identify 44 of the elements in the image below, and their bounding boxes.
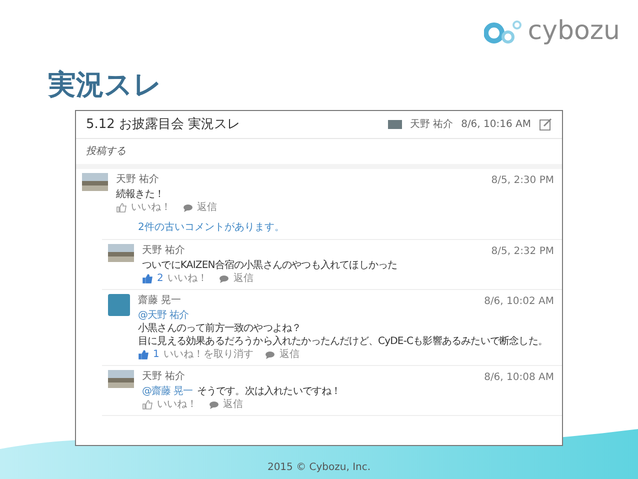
post-prompt[interactable]: 投稿する — [86, 146, 126, 157]
thread-title: 5.12 お披露目会 実況スレ — [86, 116, 240, 134]
avatar-photo — [388, 120, 402, 129]
avatar-photo — [82, 173, 108, 191]
speech-bubble-icon — [183, 204, 193, 212]
author-name: 天野 祐介 — [116, 173, 160, 187]
like-count: 1 — [153, 348, 160, 362]
slide-title: 実況スレ — [48, 68, 162, 102]
older-comments-link[interactable]: 2件の古いコメントがあります。 — [138, 222, 284, 233]
like-link[interactable]: いいね！を取り消す — [163, 348, 254, 362]
reply-link[interactable]: 返信 — [197, 201, 217, 215]
avatar-photo — [108, 370, 134, 388]
avatar-photo — [108, 244, 134, 262]
edit-icon — [539, 118, 552, 131]
author-name: 天野 祐介 — [142, 244, 186, 258]
comment-text: 目に見える効果あるだろうから入れたかったんだけど、CyDE-Cも影響あるみたいで断念した。 — [138, 335, 549, 348]
reply-link[interactable]: 返信 — [223, 398, 243, 412]
copyright-text: 2015 © Cybozu, Inc. — [266, 461, 372, 475]
comment-text: そうです。次は入れたいですね！ — [196, 385, 341, 398]
comment-text: ついでにKAIZEN合宿の小黒さんのやつも入れてほしかった — [142, 259, 398, 272]
mention-link[interactable]: @齋藤 晃一 — [142, 385, 193, 398]
speech-bubble-icon — [209, 401, 219, 409]
avatar-character — [108, 294, 130, 316]
timestamp: 8/6, 10:16 AM — [461, 118, 531, 132]
like-link[interactable]: いいね！ — [167, 272, 208, 286]
timestamp: 8/5, 2:30 PM — [491, 174, 554, 188]
timestamp: 8/6, 10:08 AM — [484, 371, 554, 385]
mention-link[interactable]: @天野 祐介 — [138, 309, 554, 322]
comment-text: 続報きた！ — [116, 188, 166, 201]
logo-rings-icon — [484, 18, 524, 44]
timestamp: 8/5, 2:32 PM — [491, 245, 554, 259]
reply-link[interactable]: 返信 — [233, 272, 254, 286]
logo-text: cybozu — [528, 18, 620, 44]
reply-link[interactable]: 返信 — [279, 348, 300, 362]
like-count: 2 — [157, 272, 164, 286]
comment-text: 小黒さんのって前方一致のやつよね？ — [138, 322, 302, 335]
timestamp: 8/6, 10:02 AM — [484, 295, 554, 309]
author-name: 天野 祐介 — [410, 118, 454, 132]
speech-bubble-icon — [265, 351, 276, 359]
speech-bubble-icon — [219, 275, 230, 283]
like-link[interactable]: いいね！ — [131, 201, 171, 215]
author-name: 齋藤 晃一 — [138, 294, 182, 308]
author-name: 天野 祐介 — [142, 370, 186, 384]
like-link[interactable]: いいね！ — [157, 398, 197, 412]
